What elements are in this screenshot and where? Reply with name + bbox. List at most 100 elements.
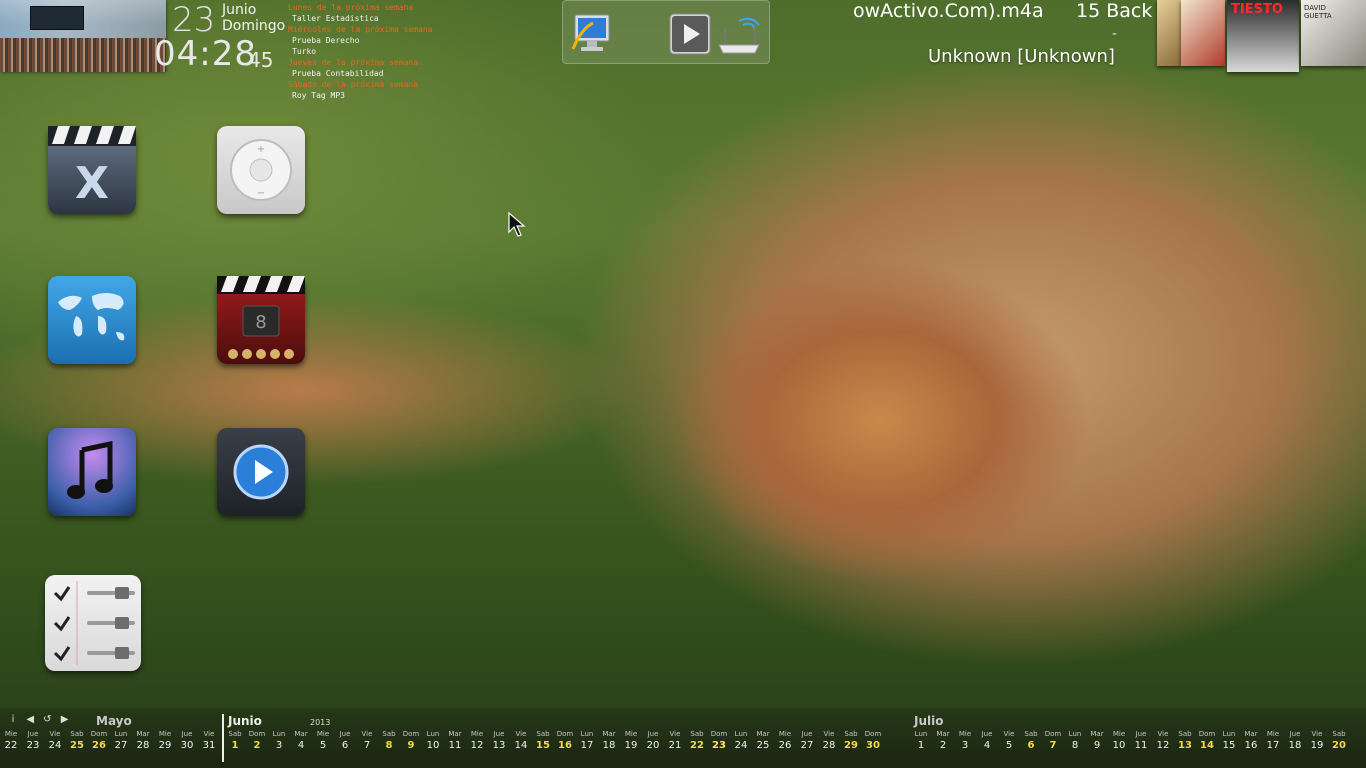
calendar-day-name: Dom: [1198, 730, 1216, 738]
calendar-day[interactable]: Mar 16: [1240, 730, 1262, 751]
calendar-day[interactable]: Dom 16: [554, 730, 576, 751]
calendar-day[interactable]: Lun 8: [1064, 730, 1086, 751]
prev-month-icon[interactable]: ◀: [23, 714, 37, 725]
agenda-item[interactable]: Roy Tag MP3: [288, 90, 433, 101]
media-player-icon[interactable]: [217, 428, 305, 516]
calendar-day-number: 5: [1005, 740, 1013, 751]
calendar-day[interactable]: Lun 17: [576, 730, 598, 751]
calendar-day[interactable]: Jue 20: [642, 730, 664, 751]
calendar-day[interactable]: Mie 26: [774, 730, 796, 751]
quick-launch-toolbar: [562, 0, 770, 64]
calendar-day[interactable]: Dom 30: [862, 730, 884, 751]
settings-checklist-icon[interactable]: [45, 575, 141, 671]
ipod-shuffle-icon[interactable]: + −: [217, 126, 305, 214]
calendar-day[interactable]: Mar 9: [1086, 730, 1108, 751]
calendar-day[interactable]: Lun 27: [110, 730, 132, 751]
calendar-day[interactable]: Vie 12: [1152, 730, 1174, 751]
calendar-day[interactable]: Jue 6: [334, 730, 356, 751]
calendar-day[interactable]: Lun 3: [268, 730, 290, 751]
calendar-day[interactable]: Jue 4: [976, 730, 998, 751]
calendar-day-number: 15: [1222, 740, 1236, 751]
itunes-icon[interactable]: [48, 428, 136, 516]
calendar-day[interactable]: Mie 29: [154, 730, 176, 751]
agenda-item[interactable]: Turko: [288, 46, 433, 57]
calendar-day[interactable]: Dom 23: [708, 730, 730, 751]
calendar-day[interactable]: Vie 24: [44, 730, 66, 751]
calendar-day[interactable]: Vie 28: [818, 730, 840, 751]
calendar-day[interactable]: Lun 15: [1218, 730, 1240, 751]
calendar-day[interactable]: Sab 8: [378, 730, 400, 751]
calendar-day[interactable]: Mar 25: [752, 730, 774, 751]
calendar-day[interactable]: Lun 10: [422, 730, 444, 751]
calendar-day-name: Mar: [756, 730, 770, 738]
calendar-day[interactable]: Vie 21: [664, 730, 686, 751]
calendar-day[interactable]: Lun 24: [730, 730, 752, 751]
calendar-day[interactable]: Mie 12: [466, 730, 488, 751]
calendar-day-number: 11: [448, 740, 462, 751]
album-cover-3[interactable]: TIESTO: [1227, 0, 1299, 72]
next-month-icon[interactable]: ▶: [58, 714, 72, 725]
calendar-day[interactable]: Dom 26: [88, 730, 110, 751]
calendar-day[interactable]: Sab 1: [224, 730, 246, 751]
world-map-icon[interactable]: [48, 276, 136, 364]
calendar-day[interactable]: Mie 19: [620, 730, 642, 751]
calendar-day[interactable]: Vie 7: [356, 730, 378, 751]
calendar-day[interactable]: Vie 5: [998, 730, 1020, 751]
calendar-day[interactable]: Mie 5: [312, 730, 334, 751]
calendar-day-name: Mar: [936, 730, 950, 738]
calendar-day-name: Mar: [1090, 730, 1104, 738]
calendar-day[interactable]: Mar 11: [444, 730, 466, 751]
calendar-day[interactable]: Mie 10: [1108, 730, 1130, 751]
calendar-day[interactable]: Mar 18: [598, 730, 620, 751]
calendar-day[interactable]: Sab 25: [66, 730, 88, 751]
calendar-day[interactable]: Mar 2: [932, 730, 954, 751]
calendar-day[interactable]: Jue 11: [1130, 730, 1152, 751]
calendar-day[interactable]: Mar 4: [290, 730, 312, 751]
calendar-day[interactable]: Sab 6: [1020, 730, 1042, 751]
calendar-day[interactable]: Mar 28: [132, 730, 154, 751]
album-cover-flow[interactable]: TIESTO DAVID GUETTA: [1157, 0, 1366, 74]
calendar-day-name: Mie: [1112, 730, 1126, 738]
calendar-day[interactable]: Sab 20: [1328, 730, 1350, 751]
agenda-item[interactable]: Taller Estadistica: [288, 13, 433, 24]
calendar-day[interactable]: Vie 19: [1306, 730, 1328, 751]
play-icon[interactable]: [669, 13, 711, 55]
calendar-day-number: 3: [961, 740, 969, 751]
calendar-day[interactable]: Vie 31: [198, 730, 220, 751]
calendar-day[interactable]: Sab 15: [532, 730, 554, 751]
album-cover-1[interactable]: [1157, 0, 1181, 66]
calendar-day[interactable]: Sab 13: [1174, 730, 1196, 751]
calendar-day[interactable]: Vie 14: [510, 730, 532, 751]
album-cover-2[interactable]: [1181, 0, 1225, 66]
calendar-day-name: Dom: [710, 730, 728, 738]
calendar-day[interactable]: Mie 3: [954, 730, 976, 751]
wifi-router-icon[interactable]: [715, 11, 763, 55]
calendar-day-name: Mar: [136, 730, 150, 738]
calendar-day[interactable]: Dom 9: [400, 730, 422, 751]
calendar-day-number: 9: [1093, 740, 1101, 751]
calendar-day[interactable]: Jue 13: [488, 730, 510, 751]
calendar-day[interactable]: Jue 27: [796, 730, 818, 751]
info-icon[interactable]: i: [6, 714, 20, 725]
calendar-day[interactable]: Jue 18: [1284, 730, 1306, 751]
calendar-day[interactable]: Mie 17: [1262, 730, 1284, 751]
calendar-day[interactable]: Dom 2: [246, 730, 268, 751]
album-cover-4[interactable]: DAVID GUETTA: [1301, 0, 1366, 66]
calendar-day-number: 4: [983, 740, 991, 751]
agenda-item[interactable]: Prueba Contabilidad: [288, 68, 433, 79]
calendar-day[interactable]: Lun 1: [910, 730, 932, 751]
photo-frame-widget[interactable]: [0, 0, 166, 72]
calendar-day[interactable]: Mie 22: [0, 730, 22, 751]
calendar-day[interactable]: Jue 23: [22, 730, 44, 751]
refresh-icon[interactable]: ↺: [40, 714, 54, 725]
movie-clapper-icon[interactable]: 8: [217, 276, 305, 364]
calendar-day[interactable]: Dom 14: [1196, 730, 1218, 751]
monitor-icon[interactable]: [569, 9, 615, 55]
agenda-item[interactable]: Prueba Derecho: [288, 35, 433, 46]
calendar-day[interactable]: Sab 22: [686, 730, 708, 751]
calendar-day[interactable]: Sab 29: [840, 730, 862, 751]
calendar-day[interactable]: Jue 30: [176, 730, 198, 751]
calendar-day-number: 27: [800, 740, 814, 751]
x-app-icon[interactable]: X: [48, 126, 136, 214]
calendar-day[interactable]: Dom 7: [1042, 730, 1064, 751]
